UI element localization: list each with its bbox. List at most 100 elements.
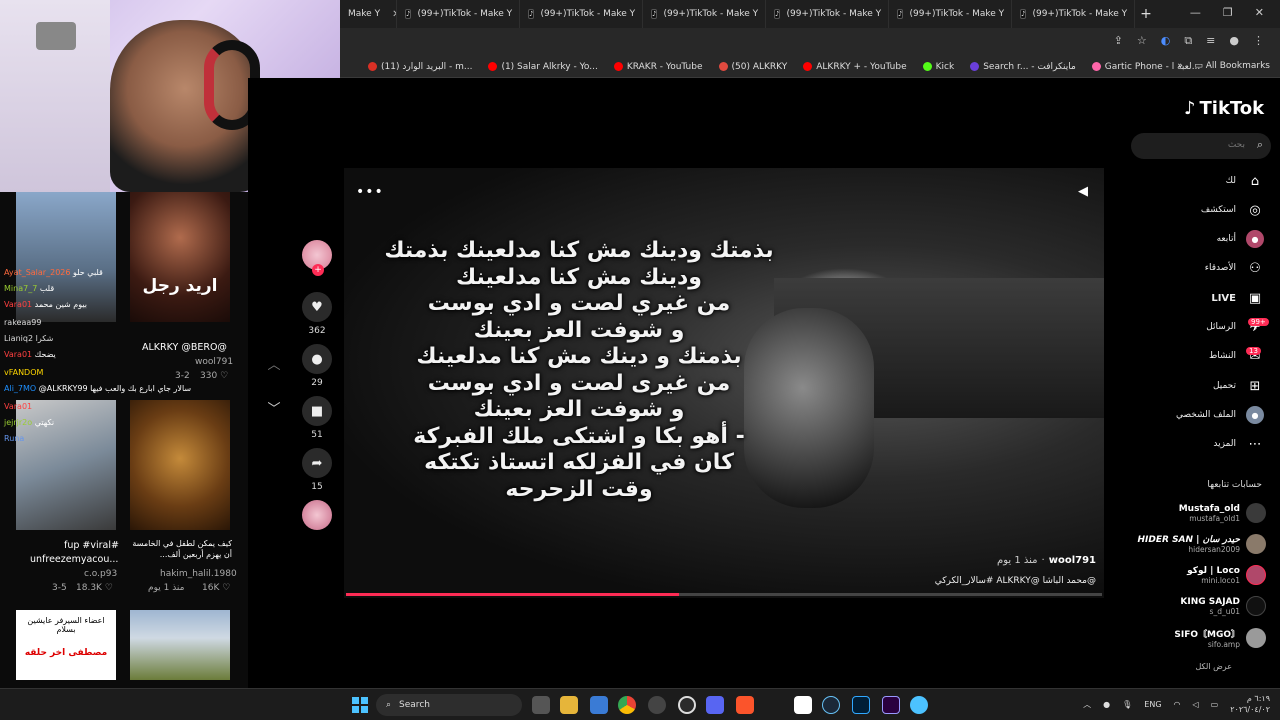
comment-button[interactable]: ● 29 [302,344,332,388]
k-icon [970,62,980,71]
author-avatar-button[interactable]: + [302,240,332,276]
network-icon[interactable]: ● [1103,700,1110,709]
input-language[interactable]: ENG [1144,700,1161,709]
search-input[interactable] [1145,140,1245,150]
video-thumbnail[interactable] [130,610,230,680]
extension-icon[interactable]: ◐ [1161,34,1171,48]
file-explorer-icon[interactable] [560,696,578,714]
video-thumbnail[interactable]: اريد رجل [130,192,230,322]
star-icon[interactable]: ☆ [1137,34,1147,48]
sound-disc-button[interactable] [302,500,332,530]
puzzle-icon[interactable]: ⧉ [1184,34,1192,48]
store-icon[interactable] [590,696,608,714]
volume-icon[interactable]: ◁ [1193,700,1199,709]
bookmark-item[interactable]: Kick [915,62,963,72]
discord-icon[interactable] [706,696,724,714]
close-window-icon[interactable]: ✕ [1255,6,1264,19]
search-icon[interactable]: ⌕ [1257,138,1263,152]
battery-icon[interactable]: ▭ [1211,700,1219,709]
tab-title: Make Y [348,9,381,19]
nav-item-live[interactable]: ▣ LIVE [1211,289,1264,307]
browser-tab[interactable]: ♪(99+)TikTok - Make Y✕ [397,0,520,28]
mic-icon[interactable]: 🎙 [1122,700,1132,709]
nav-label: تحميل [1212,381,1236,391]
chevron-up-icon[interactable]: ︿ [1083,699,1091,710]
followed-account[interactable]: Mustafa_old mustafa_old1 [1179,503,1266,523]
bookmark-item[interactable]: ALKRKY + - YouTube [795,62,914,72]
install-app-icon[interactable]: ⇪ [1114,34,1123,48]
volume-icon[interactable]: ◀ [1078,184,1088,199]
profile-icon[interactable]: ● [1229,34,1239,48]
video-progress-bar[interactable] [346,593,1102,596]
video-thumbnail[interactable] [130,400,230,530]
bookmark-item[interactable]: (50) ALKRKY [711,62,796,72]
chrome-icon[interactable] [618,696,636,714]
tiktok-logo[interactable]: ♪ TikTok [1184,98,1264,119]
queue-icon[interactable]: ≡ [1206,34,1215,48]
share-button[interactable]: ➦ 15 [302,448,332,492]
chat-user: Lianiq2 [4,334,34,343]
nav-label: الرسائل [1206,322,1236,332]
address-bar[interactable]: ⇪ ☆ ◐ ⧉ ≡ ● ⋮ [340,28,1280,56]
all-bookmarks-button[interactable]: » ▭ All Bookmarks [1177,61,1270,71]
previous-video-button[interactable]: ︿ [264,354,284,373]
app2-icon[interactable] [910,696,928,714]
browser-tab[interactable]: ♪(99+)TikTok - Make Y✕ [889,0,1012,28]
nav-item-for-you[interactable]: ⌂ لك [1226,172,1264,190]
taskbar-search[interactable]: ⌕ Search [376,694,522,716]
followed-account[interactable]: SIFO〘MGO〙 sifo.amp [1174,627,1266,649]
premiere-icon[interactable] [882,696,900,714]
steam-icon[interactable] [822,696,840,714]
bookmark-item[interactable]: (1) Salar Alkrky - Yo... [480,62,605,72]
browser-tab[interactable]: ♪(99+)TikTok - Make Y✕ [520,0,643,28]
clock[interactable]: ٦:١٩ م ٢٠٢٦/٠٤/٠٢ [1230,693,1270,715]
account-username: sifo.amp [1207,640,1240,649]
app-icon[interactable] [648,696,666,714]
task-view-icon[interactable] [532,696,550,714]
followed-account[interactable]: KING SAJAD s_d_u01 [1180,596,1266,616]
nav-item-profile[interactable]: ● الملف الشخصي [1176,406,1264,424]
kick-icon [922,62,932,71]
obs-icon[interactable] [678,696,696,714]
browser-tab[interactable]: ♪(99+)TikTok - Make Y✕ [1012,0,1135,28]
see-all-link[interactable]: عرض الكل [1195,662,1232,671]
search-box[interactable]: ⌕ [1131,133,1271,159]
nav-label: لك [1225,176,1236,186]
chat-text: يضحك [34,350,56,359]
lyric-line: بذمتك ودينك مش كنا مدلعينك بذمتك [384,238,774,263]
video-player[interactable]: بذمتك ودينك مش كنا مدلعينك بذمتك ودينك م… [344,168,1104,598]
nav-item-following[interactable]: ● أتابعه [1217,230,1264,248]
next-video-button[interactable]: ﹀ [264,398,284,417]
kebab-menu-icon[interactable]: ⋮ [1253,34,1264,48]
followed-account[interactable]: HIDER SAN | حيدر سان hidersan2009 [1138,534,1266,554]
nav-item-explore[interactable]: ◎ استكشف [1201,201,1264,219]
more-options-icon[interactable]: ••• [356,184,384,200]
capcut-icon[interactable] [794,696,812,714]
video-thumbnail[interactable]: اعضاء السيرفر عايشين بسلام مصطفى اخر حلق… [16,610,116,680]
save-button[interactable]: ■ 51 [302,396,332,440]
minimize-icon[interactable]: — [1190,6,1201,19]
restore-icon[interactable]: ❐ [1223,6,1233,19]
comment-count: 29 [311,378,323,388]
brave-icon[interactable] [736,696,754,714]
bookmark-item[interactable]: KRAKR - YouTube [606,62,711,72]
chat-message: Vara01 [4,402,32,411]
video-author[interactable]: wool791 [1049,555,1096,566]
bookmark-item[interactable]: Search r... - ماينكرافت [962,62,1084,72]
account-name: SIFO〘MGO〙 [1174,630,1240,640]
windows-start-icon[interactable] [352,697,368,713]
followed-account[interactable]: لوكو | Loco mini.loco1 [1187,565,1266,585]
nav-item-upload[interactable]: ⊞ تحميل [1213,377,1264,395]
photoshop-icon[interactable] [852,696,870,714]
new-tab-button[interactable]: + [1135,6,1157,22]
nav-label: أتابعه [1216,234,1236,244]
like-button[interactable]: ♥ 362 [302,292,332,336]
follow-plus-icon[interactable]: + [312,264,324,276]
wifi-icon[interactable]: ◠ [1174,700,1181,709]
browser-tab[interactable]: ♪(99+)TikTok - Make Y✕ [766,0,889,28]
nav-item-more[interactable]: ⋯ المزيد [1213,435,1264,453]
nav-item-friends[interactable]: ⚇ الأصدقاء [1205,259,1264,277]
bookmark-item[interactable]: (11) البريد الوارد - m... [360,62,480,72]
browser-tab[interactable]: Make Y✕ [340,0,397,28]
browser-tab[interactable]: ♪(99+)TikTok - Make Y✕ [643,0,766,28]
